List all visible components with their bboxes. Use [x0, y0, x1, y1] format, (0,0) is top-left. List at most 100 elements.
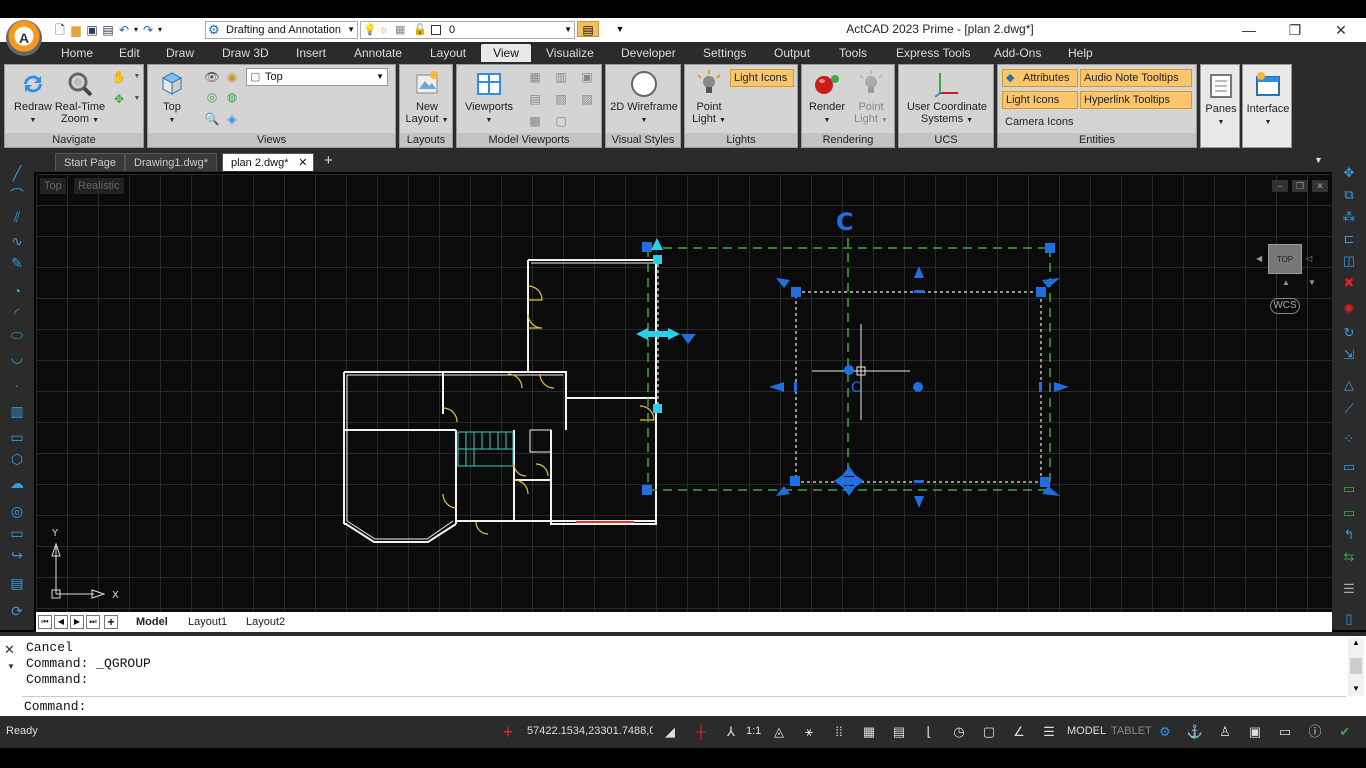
properties-icon[interactable]: ☰	[1340, 580, 1358, 598]
layout-tab-layout2[interactable]: Layout2	[246, 614, 285, 630]
undo-icon[interactable]: ↶	[116, 22, 132, 38]
view-camera-icon[interactable]: ◈	[224, 111, 240, 127]
dynamic-ucs-icon[interactable]: ∠	[1008, 722, 1030, 742]
layer-properties-icon[interactable]: ▤	[577, 21, 599, 37]
viewport-join-icon[interactable]: ▦	[527, 69, 543, 85]
viewports-button[interactable]: Viewports ▼	[459, 69, 519, 127]
redo-icon[interactable]: ↷	[140, 22, 156, 38]
tab-output[interactable]: Output	[768, 44, 816, 62]
command-options-icon[interactable]: ▼	[7, 662, 15, 671]
interface-button[interactable]: Interface ▼	[1244, 71, 1292, 129]
hyperlink-tooltips-button[interactable]: Hyperlink Tooltips	[1080, 91, 1192, 109]
chevron-down-icon[interactable]: ▼	[129, 69, 145, 85]
move-icon[interactable]: ✥	[1340, 164, 1358, 182]
rotate-icon[interactable]: ↻	[1340, 324, 1358, 342]
layer-select[interactable]: 💡 ☼ ▦ 🔓 0 ▼	[360, 21, 575, 39]
model-space-button[interactable]: MODEL	[1067, 725, 1106, 737]
quick-properties-icon[interactable]: ⌊	[918, 722, 940, 742]
tab-view[interactable]: View	[481, 44, 531, 62]
donut-icon[interactable]: ◎	[8, 502, 26, 520]
menu-lines-icon[interactable]: ☰	[1038, 722, 1060, 742]
viewport-restore-icon[interactable]: ▣	[579, 69, 595, 85]
drawing-canvas[interactable]: Top Realistic – ❐ ✕ C C Y X TOP ◀ ◁ ▲ ▼ …	[36, 174, 1332, 612]
polar-tracking-icon[interactable]: ◬	[768, 722, 790, 742]
join-icon[interactable]: ▭	[1340, 480, 1358, 498]
last-layout-icon[interactable]: ⏭	[86, 615, 100, 629]
offset-icon[interactable]: ⊏	[1340, 230, 1358, 248]
viewport-three-icon[interactable]: ▨	[579, 91, 595, 107]
navcube-arrow-right-icon[interactable]: ◁	[1306, 254, 1312, 263]
tab-settings[interactable]: Settings	[697, 44, 752, 62]
save-icon[interactable]: ▣	[84, 22, 100, 38]
ortho-icon[interactable]: ⅄	[720, 722, 742, 742]
top-view-button[interactable]: Top ▼	[154, 69, 190, 127]
layout-tab-layout1[interactable]: Layout1	[188, 614, 227, 630]
ellipse-icon[interactable]: ⬭	[8, 326, 26, 344]
navcube-arrow-down-icon[interactable]: ▲	[1282, 278, 1290, 287]
doc-tab-start-page[interactable]: Start Page	[55, 153, 125, 171]
wcs-label[interactable]: WCS	[1270, 298, 1300, 314]
tab-add-ons[interactable]: Add-Ons	[988, 44, 1047, 62]
open-folder-icon[interactable]: ▆	[68, 22, 84, 38]
line-icon[interactable]: ╱	[8, 164, 26, 182]
close-icon[interactable]: ✕	[4, 642, 15, 658]
next-layout-icon[interactable]: ▶	[70, 615, 84, 629]
extend-icon[interactable]: ⁘	[1340, 430, 1358, 448]
doc-tab-drawing1[interactable]: Drawing1.dwg*	[125, 153, 217, 171]
ray-icon[interactable]: ⫽	[8, 208, 26, 226]
region-icon[interactable]: ▭	[8, 524, 26, 542]
previous-layout-icon[interactable]: ◀	[54, 615, 68, 629]
scroll-thumb[interactable]	[1350, 658, 1362, 674]
viewport-clip-icon[interactable]: ▩	[527, 113, 543, 129]
grid-icon[interactable]: ┼	[690, 722, 712, 742]
view-select[interactable]: ▢ Top ▼	[246, 68, 388, 86]
display-grid-icon[interactable]: ▦	[858, 722, 880, 742]
chevron-down-icon[interactable]: ▼	[129, 91, 145, 107]
annotation-scale[interactable]: 1:1	[746, 725, 761, 737]
annotation-visibility-icon[interactable]: ⚓	[1184, 722, 1206, 742]
viewport-rect-icon[interactable]: ▢	[553, 113, 569, 129]
view-restore-icon[interactable]: ◍	[224, 89, 240, 105]
attributes-button[interactable]: ◆ Attributes	[1002, 69, 1078, 87]
tab-home[interactable]: Home	[55, 44, 99, 62]
orbit-icon[interactable]: ✥	[111, 91, 127, 107]
2d-wireframe-button[interactable]: 2D Wireframe ▼	[608, 69, 680, 127]
restore-icon[interactable]: ❐	[1280, 20, 1310, 40]
rectangle-icon[interactable]: ▭	[8, 428, 26, 446]
navigation-cube[interactable]: TOP	[1268, 244, 1302, 274]
pan-hand-icon[interactable]: ✋	[111, 69, 127, 85]
named-views-icon[interactable]: ◎	[204, 89, 220, 105]
command-input[interactable]: Command:	[22, 696, 1346, 716]
lengthen-icon[interactable]: ⇆	[1340, 548, 1358, 566]
clean-screen-icon[interactable]: ▭	[1274, 722, 1296, 742]
explode-icon[interactable]: ✺	[1340, 300, 1358, 318]
scale-icon[interactable]: ⇲	[1340, 346, 1358, 364]
scroll-up-icon[interactable]: ▲	[1352, 638, 1360, 647]
user-coordinate-systems-button[interactable]: User Coordinate Systems ▼	[901, 69, 993, 127]
tab-insert[interactable]: Insert	[290, 44, 332, 62]
spline-icon[interactable]: ∿	[8, 232, 26, 250]
minimize-icon[interactable]: —	[1234, 20, 1264, 40]
view-manager-icon[interactable]: ◉	[224, 69, 240, 85]
tab-layout[interactable]: Layout	[424, 44, 472, 62]
table-icon[interactable]: ▤	[8, 574, 26, 592]
add-layout-icon[interactable]: +	[104, 615, 118, 629]
tab-annotate[interactable]: Annotate	[348, 44, 408, 62]
freehand-icon[interactable]: ✎	[8, 254, 26, 272]
tab-list-chevron-icon[interactable]: ▼	[1314, 155, 1323, 165]
tab-tools[interactable]: Tools	[833, 44, 873, 62]
realtime-zoom-button[interactable]: Real-Time Zoom ▼	[53, 69, 107, 127]
refresh-icon[interactable]: ⟳	[8, 602, 26, 620]
break-icon[interactable]: ▭	[1340, 458, 1358, 476]
tab-visualize[interactable]: Visualize	[540, 44, 600, 62]
new-tab-icon[interactable]: +	[324, 152, 333, 169]
tab-express-tools[interactable]: Express Tools	[890, 44, 976, 62]
save-as-icon[interactable]: ▤	[100, 22, 116, 38]
redraw-button[interactable]: Redraw ▼	[9, 69, 57, 127]
fillet-icon[interactable]: ↰	[1340, 526, 1358, 544]
first-layout-icon[interactable]: ⏮	[38, 615, 52, 629]
undo-dropdown-icon[interactable]: ▾	[132, 22, 140, 38]
polyline-icon[interactable]: ⌒	[8, 186, 26, 204]
hatch-icon[interactable]: ▥	[8, 402, 26, 420]
arc-icon[interactable]: ◜	[8, 304, 26, 322]
